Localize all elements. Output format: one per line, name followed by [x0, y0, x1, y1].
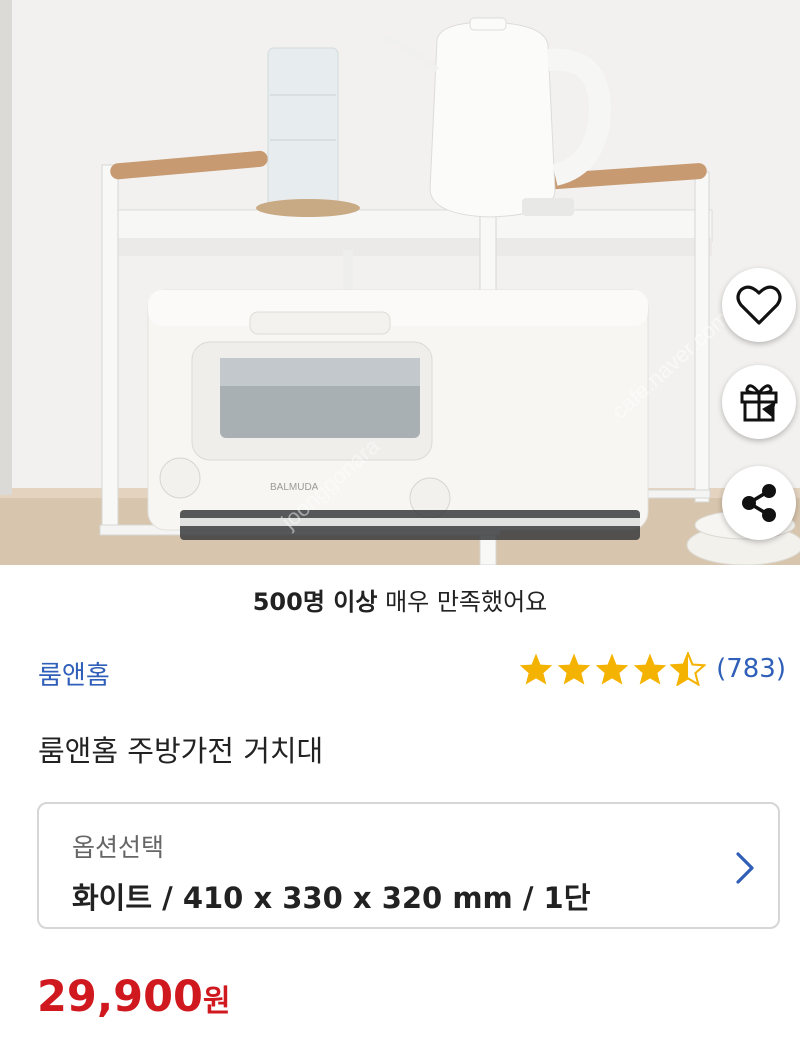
- star-icon: [519, 653, 553, 685]
- review-count[interactable]: (783): [716, 654, 786, 684]
- chevron-right-icon: [736, 852, 754, 884]
- star-rating: [518, 652, 707, 686]
- option-selected-value: 화이트 / 410 x 330 x 320 mm / 1단: [72, 881, 591, 915]
- heart-icon: [736, 285, 782, 325]
- satisfaction-highlight: 500명 이상: [252, 588, 378, 616]
- star-icon: [633, 653, 667, 685]
- satisfaction-banner: 500명 이상 매우 만족했어요: [0, 582, 800, 617]
- price: 29,900원: [37, 972, 231, 1022]
- share-icon: [742, 484, 776, 522]
- product-title: 룸앤홈 주방가전 거치대: [38, 734, 324, 768]
- brand-link[interactable]: 룸앤홈: [38, 655, 110, 692]
- product-image[interactable]: BALMUDA cafe.naver.com joonggonara: [0, 0, 800, 565]
- star-icon: [595, 653, 629, 685]
- star-icon: [557, 653, 591, 685]
- option-selector[interactable]: 옵션선택 화이트 / 410 x 330 x 320 mm / 1단: [37, 802, 780, 929]
- wishlist-button[interactable]: [722, 268, 796, 342]
- satisfaction-text: 매우 만족했어요: [377, 588, 548, 616]
- share-button[interactable]: [722, 466, 796, 540]
- gift-icon: [740, 384, 778, 422]
- rating[interactable]: (783): [518, 652, 786, 686]
- option-label: 옵션선택: [72, 833, 165, 862]
- half-star-icon: [670, 652, 707, 686]
- price-amount: 29,900: [37, 972, 203, 1022]
- gift-button[interactable]: [722, 365, 796, 439]
- product-photo: BALMUDA cafe.naver.com joonggonara: [0, 0, 800, 565]
- price-currency: 원: [202, 984, 231, 1019]
